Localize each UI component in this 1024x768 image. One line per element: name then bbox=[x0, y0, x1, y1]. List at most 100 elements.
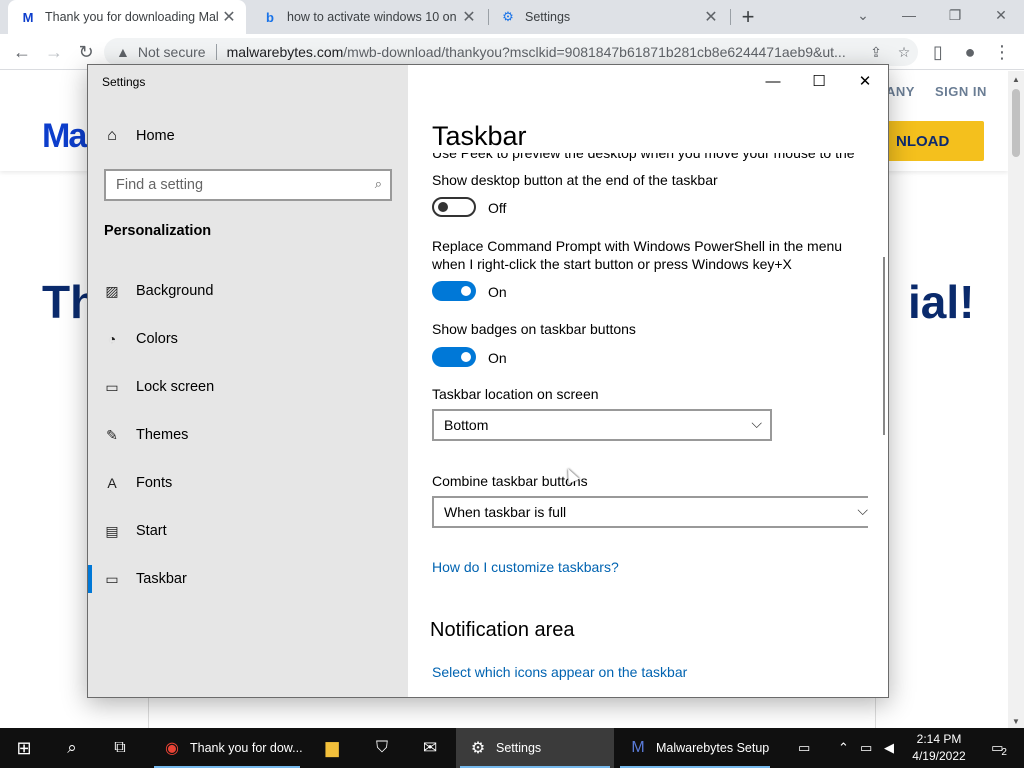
chrome-menu-icon[interactable]: ⋮ bbox=[988, 38, 1016, 66]
customize-taskbars-link[interactable]: How do I customize taskbars? bbox=[432, 559, 619, 575]
nav-item-fonts[interactable]: A Fonts bbox=[88, 463, 408, 503]
search-placeholder: Find a setting bbox=[116, 177, 204, 193]
show-hidden-icons[interactable]: ⌃ bbox=[838, 728, 849, 768]
nav-item-colors[interactable]: ◔ Colors bbox=[88, 319, 408, 359]
tab-title: how to activate windows 10 on bbox=[287, 10, 457, 24]
nav-item-label: Taskbar bbox=[136, 571, 187, 587]
home-link[interactable]: ⌂ Home bbox=[104, 127, 175, 145]
nav-item-start[interactable]: ▤ Start bbox=[88, 511, 408, 551]
search-button[interactable]: ⌕ bbox=[48, 728, 96, 768]
close-tab-icon[interactable]: ✕ bbox=[700, 7, 722, 27]
nav-item-label: Fonts bbox=[136, 475, 173, 491]
taskbar-item-store[interactable]: ⛉ bbox=[358, 728, 406, 768]
page-scrollbar[interactable]: ▲ ▼ bbox=[1008, 71, 1024, 728]
folder-icon: ▆ bbox=[325, 738, 339, 757]
download-button[interactable]: NLOAD bbox=[880, 121, 984, 161]
tab-search-icon[interactable]: ⌄ bbox=[840, 0, 886, 30]
reload-icon[interactable]: ↻ bbox=[72, 38, 100, 66]
windows-logo-icon: ⊞ bbox=[16, 737, 32, 758]
badges-toggle[interactable] bbox=[432, 347, 476, 367]
headline-right: ial! bbox=[908, 276, 975, 328]
scroll-down-icon[interactable]: ▼ bbox=[1012, 717, 1020, 726]
powershell-text-line-2: when I right-click the start button or p… bbox=[432, 256, 792, 272]
clock-date: 4/19/2022 bbox=[912, 749, 966, 763]
url-path: /mwb-download/thankyou?msclkid=9081847b6… bbox=[343, 44, 846, 60]
peek-text-line-1: Use Peek to preview the desktop when you… bbox=[432, 153, 855, 161]
restore-icon[interactable]: ❐ bbox=[932, 0, 978, 30]
side-panel-icon[interactable]: ▯ bbox=[924, 38, 952, 66]
taskbar-item-mail[interactable]: ✉ bbox=[406, 728, 454, 768]
nav-item-taskbar[interactable]: ▭ Taskbar bbox=[88, 559, 408, 599]
nav-item-background[interactable]: ▨ Background bbox=[88, 271, 408, 311]
close-icon[interactable]: ✕ bbox=[842, 65, 888, 97]
search-icon: ⌕ bbox=[67, 738, 77, 757]
tab-malwarebytes-thankyou[interactable]: M Thank you for downloading Malwarebytes… bbox=[8, 0, 246, 34]
tab-title: Settings bbox=[525, 10, 571, 24]
browser-window-controls: ⌄ — ❐ ✕ bbox=[840, 0, 1024, 34]
powershell-toggle-state: On bbox=[488, 284, 507, 300]
notification-center-button[interactable]: ▭ 2 bbox=[984, 728, 1014, 768]
close-tab-icon[interactable]: ✕ bbox=[218, 7, 240, 27]
tab-separator bbox=[730, 9, 731, 25]
taskbar-item-file-explorer[interactable]: ▆ bbox=[308, 728, 356, 768]
settings-window: Settings ⌂ Home Find a setting ⌕ Persona… bbox=[87, 64, 889, 698]
location-value: Bottom bbox=[444, 417, 489, 433]
network-icon[interactable]: ▭ bbox=[860, 728, 872, 768]
combine-dropdown[interactable]: When taskbar is full ⌵ bbox=[432, 496, 868, 528]
not-secure-label[interactable]: Not secure bbox=[138, 44, 206, 60]
location-dropdown[interactable]: Bottom ⌵ bbox=[432, 409, 772, 441]
page-title: Taskbar bbox=[432, 121, 527, 151]
settings-nav-pane: Settings ⌂ Home Find a setting ⌕ Persona… bbox=[88, 65, 408, 697]
window-title: Settings bbox=[102, 75, 146, 89]
taskbar-item-label: Malwarebytes Setup bbox=[656, 741, 770, 755]
close-tab-icon[interactable]: ✕ bbox=[458, 7, 480, 27]
bookmark-star-icon[interactable]: ☆ bbox=[890, 44, 918, 61]
nav-item-lock-screen[interactable]: ▭ Lock screen bbox=[88, 367, 408, 407]
start-icon: ▤ bbox=[105, 522, 119, 539]
image-icon: ▨ bbox=[105, 282, 119, 299]
badges-toggle-state: On bbox=[488, 350, 507, 366]
warning-triangle-icon[interactable]: ▲ bbox=[116, 44, 130, 60]
url-text[interactable]: malwarebytes.com/mwb-download/thankyou?m… bbox=[227, 44, 862, 60]
sign-in-link[interactable]: SIGN IN bbox=[935, 84, 987, 99]
settings-content-pane: — ☐ ✕ Taskbar Use Peek to preview the de… bbox=[408, 65, 888, 697]
malwarebytes-logo[interactable]: Ma bbox=[42, 117, 87, 156]
combine-label: Combine taskbar buttons bbox=[432, 473, 588, 489]
maximize-icon[interactable]: ☐ bbox=[796, 65, 842, 97]
notification-count: 2 bbox=[1001, 746, 1007, 758]
malwarebytes-favicon-icon: M bbox=[22, 9, 34, 25]
scroll-up-icon[interactable]: ▲ bbox=[1012, 75, 1020, 84]
profile-avatar-icon[interactable]: ● bbox=[956, 38, 984, 66]
back-arrow-icon[interactable]: ← bbox=[8, 38, 36, 66]
forward-arrow-icon[interactable]: → bbox=[40, 38, 68, 66]
select-icons-link[interactable]: Select which icons appear on the taskbar bbox=[432, 664, 687, 680]
nav-item-themes[interactable]: ✎ Themes bbox=[88, 415, 408, 455]
new-tab-button[interactable]: + bbox=[736, 4, 760, 30]
find-setting-input[interactable]: Find a setting ⌕ bbox=[104, 169, 392, 201]
taskbar-item-chrome[interactable]: ◉ Thank you for dow... bbox=[150, 728, 304, 768]
action-center-keyboard-icon[interactable]: ▭ bbox=[798, 728, 810, 768]
gear-favicon-icon: ⚙ bbox=[502, 9, 514, 24]
peek-description-clipped: Use Peek to preview the desktop when you… bbox=[432, 153, 872, 163]
share-icon[interactable]: ⇪ bbox=[862, 44, 890, 61]
volume-muted-icon[interactable]: ◀ bbox=[884, 728, 894, 768]
tab-settings[interactable]: ⚙ Settings ✕ bbox=[488, 0, 728, 34]
start-button[interactable]: ⊞ bbox=[0, 728, 48, 768]
scroll-thumb[interactable] bbox=[1012, 89, 1020, 157]
minimize-icon[interactable]: — bbox=[750, 65, 796, 97]
minimize-icon[interactable]: — bbox=[886, 0, 932, 30]
task-view-button[interactable]: ⧉ bbox=[96, 728, 144, 768]
taskbar-item-settings[interactable]: ⚙ Settings bbox=[456, 728, 614, 768]
content-scrollbar[interactable] bbox=[883, 257, 885, 435]
taskbar-item-malwarebytes[interactable]: M Malwarebytes Setup bbox=[616, 728, 774, 768]
taskbar-item-label: Thank you for dow... bbox=[190, 741, 303, 755]
tab-bing-search[interactable]: b how to activate windows 10 on ✕ bbox=[250, 0, 486, 34]
close-window-icon[interactable]: ✕ bbox=[978, 0, 1024, 30]
system-clock[interactable]: 2:14 PM 4/19/2022 bbox=[906, 731, 972, 765]
nav-company-link[interactable]: ANY bbox=[886, 84, 915, 99]
address-bar[interactable]: ▲ Not secure malwarebytes.com/mwb-downlo… bbox=[104, 38, 918, 66]
powershell-toggle[interactable] bbox=[432, 281, 476, 301]
lock-screen-icon: ▭ bbox=[105, 378, 119, 395]
taskbar-item-label: Settings bbox=[496, 741, 542, 755]
peek-toggle[interactable] bbox=[432, 197, 476, 217]
